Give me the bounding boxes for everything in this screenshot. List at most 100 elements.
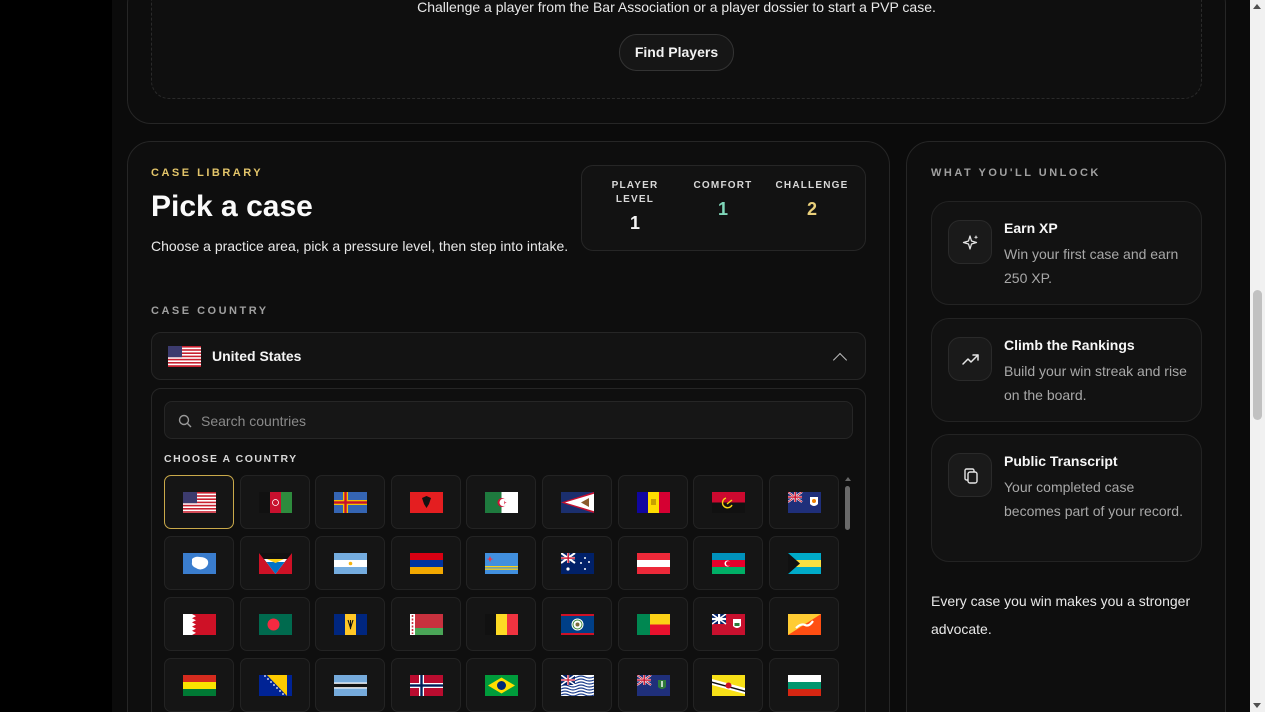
flag-option-as[interactable] xyxy=(542,475,612,529)
am-flag-icon xyxy=(409,553,443,574)
unlock-card-transcript: Public Transcript Your completed case be… xyxy=(931,434,1202,562)
flag-option-bg[interactable] xyxy=(768,658,839,712)
pvp-description: Challenge a player from the Bar Associat… xyxy=(417,0,936,15)
find-players-button[interactable]: Find Players xyxy=(619,34,734,71)
chevron-up-icon xyxy=(832,352,848,368)
case-library-eyebrow: CASE LIBRARY xyxy=(151,167,264,179)
flag-option-ao[interactable] xyxy=(693,475,764,529)
country-select[interactable]: United States xyxy=(151,332,866,380)
country-search[interactable] xyxy=(164,401,853,439)
unlock-desc: Win your first case and earn 250 XP. xyxy=(1004,246,1179,286)
aw-flag-icon xyxy=(485,553,519,574)
flag-option-ag[interactable] xyxy=(239,536,310,590)
flag-option-bm[interactable] xyxy=(693,597,764,651)
case-country-label: CASE COUNTRY xyxy=(151,305,269,317)
scroll-down-arrow[interactable] xyxy=(1253,703,1261,708)
flag-option-bo[interactable] xyxy=(164,658,234,712)
bt-flag-icon xyxy=(787,614,821,635)
sparkle-icon-wrap xyxy=(948,220,992,264)
flag-option-aw[interactable] xyxy=(466,536,537,590)
bs-flag-icon xyxy=(787,553,821,574)
bg-flag-icon xyxy=(787,675,821,696)
br-flag-icon xyxy=(485,675,519,696)
unlock-card-rankings: Climb the Rankings Build your win streak… xyxy=(931,318,1202,422)
unlock-title: Climb the Rankings xyxy=(1004,337,1135,353)
stat-value: 2 xyxy=(806,199,817,219)
stat-label: PLAYER LEVEL xyxy=(611,180,659,205)
sparkle-icon xyxy=(962,235,979,250)
flag-option-au[interactable] xyxy=(542,536,612,590)
flag-option-br[interactable] xyxy=(466,658,537,712)
flag-option-dz[interactable] xyxy=(466,475,537,529)
ag-flag-icon xyxy=(258,553,292,574)
ax-flag-icon xyxy=(334,492,368,513)
as-flag-icon xyxy=(561,492,594,513)
flag-option-bw[interactable] xyxy=(315,658,386,712)
trending-up-icon xyxy=(962,354,979,365)
flag-option-us[interactable] xyxy=(164,475,234,529)
page-description: Choose a practice area, pick a pressure … xyxy=(151,238,569,254)
flag-option-bs[interactable] xyxy=(768,536,839,590)
flag-option-io[interactable] xyxy=(542,658,612,712)
flag-option-be[interactable] xyxy=(466,597,537,651)
dropdown-scroll-up[interactable] xyxy=(845,477,851,481)
flag-option-bz[interactable] xyxy=(542,597,612,651)
stat-label: COMFORT xyxy=(693,180,753,191)
bn-flag-icon xyxy=(712,675,746,696)
us-flag-icon xyxy=(168,346,201,367)
bv-flag-icon xyxy=(409,675,443,696)
flag-option-ar[interactable] xyxy=(315,536,386,590)
unlock-eyebrow: WHAT YOU'LL UNLOCK xyxy=(931,167,1101,179)
flag-option-ai[interactable] xyxy=(768,475,839,529)
bm-flag-icon xyxy=(712,614,746,635)
flag-option-ax[interactable] xyxy=(315,475,386,529)
flag-option-az[interactable] xyxy=(693,536,764,590)
az-flag-icon xyxy=(712,553,746,574)
bo-flag-icon xyxy=(183,675,216,696)
flag-option-bh[interactable] xyxy=(164,597,234,651)
dropdown-scrollbar-thumb[interactable] xyxy=(845,486,850,530)
flag-option-at[interactable] xyxy=(617,536,688,590)
choose-country-label: CHOOSE A COUNTRY xyxy=(164,453,298,465)
flag-option-bj[interactable] xyxy=(617,597,688,651)
al-flag-icon xyxy=(409,492,443,513)
flag-option-vg[interactable] xyxy=(617,658,688,712)
copy-icon-wrap xyxy=(948,453,992,497)
stat-player-level: PLAYER LEVEL 1 xyxy=(590,179,680,234)
search-input[interactable] xyxy=(201,411,801,431)
flag-option-aq[interactable] xyxy=(164,536,234,590)
flag-option-by[interactable] xyxy=(390,597,461,651)
aq-flag-icon xyxy=(183,553,216,574)
vg-flag-icon xyxy=(636,675,670,696)
flag-option-af[interactable] xyxy=(239,475,310,529)
trending-icon-wrap xyxy=(948,337,992,381)
unlock-desc: Your completed case becomes part of your… xyxy=(1004,479,1183,519)
flag-option-ad[interactable] xyxy=(617,475,688,529)
stat-comfort: COMFORT 1 xyxy=(678,179,768,220)
dz-flag-icon xyxy=(485,492,519,513)
au-flag-icon xyxy=(561,553,594,574)
scrollbar-thumb[interactable] xyxy=(1253,290,1262,420)
flag-option-bn[interactable] xyxy=(693,658,764,712)
be-flag-icon xyxy=(485,614,519,635)
bb-flag-icon xyxy=(334,614,368,635)
page-title: Pick a case xyxy=(151,190,313,223)
flag-option-bd[interactable] xyxy=(239,597,310,651)
bw-flag-icon xyxy=(334,675,368,696)
stat-challenge: CHALLENGE 2 xyxy=(767,179,857,220)
page-scrollbar[interactable] xyxy=(1250,0,1265,712)
flag-option-bt[interactable] xyxy=(768,597,839,651)
ad-flag-icon xyxy=(636,492,670,513)
ba-flag-icon xyxy=(258,675,292,696)
ar-flag-icon xyxy=(334,553,368,574)
unlock-footer: Every case you win makes you a stronger … xyxy=(931,593,1191,637)
flag-option-ba[interactable] xyxy=(239,658,310,712)
flag-option-bb[interactable] xyxy=(315,597,386,651)
flag-option-am[interactable] xyxy=(390,536,461,590)
flag-option-bv[interactable] xyxy=(390,658,461,712)
bd-flag-icon xyxy=(258,614,292,635)
us-flag-icon xyxy=(183,492,216,513)
unlock-title: Public Transcript xyxy=(1004,453,1118,469)
scroll-up-arrow[interactable] xyxy=(1253,4,1261,9)
flag-option-al[interactable] xyxy=(390,475,461,529)
